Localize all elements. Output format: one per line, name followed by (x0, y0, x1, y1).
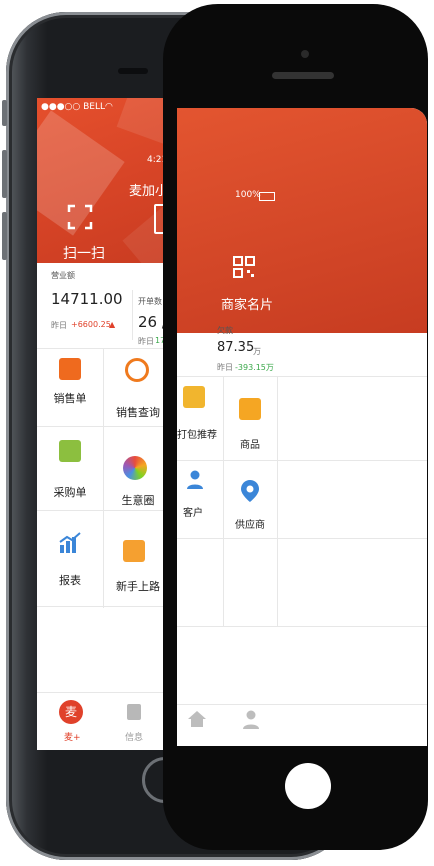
report-label: 报表 (59, 574, 81, 587)
business-circle-icon (123, 456, 147, 480)
scan-icon[interactable] (67, 204, 93, 230)
wifi-icon: ◠ (105, 102, 113, 112)
home-button-cutout (285, 763, 331, 809)
message-tab-icon[interactable] (127, 704, 141, 720)
battery-percent: 100% (235, 190, 261, 200)
arrow-up-icon: ▲ (109, 320, 116, 329)
message-tab-label[interactable]: 信息 (125, 730, 143, 743)
profile-tab-icon[interactable] (243, 710, 259, 734)
debt-delta: -393.15万 (235, 363, 274, 372)
speaker-slot (272, 72, 334, 79)
sales-order-icon (59, 358, 81, 380)
supplier-label: 供应商 (235, 520, 265, 531)
divider (177, 538, 427, 539)
chart-icon (59, 532, 81, 558)
revenue-value: 14711.00 (51, 290, 123, 308)
protector-window: 100% 商家名片 欠款 87.35 万 昨日 -393.15万 打包推荐 商品… (177, 108, 427, 746)
location-pin-icon (241, 480, 259, 502)
tile-supplier[interactable]: 供应商 (223, 460, 277, 538)
shop-tab-icon[interactable] (187, 710, 207, 732)
revenue-title: 营业额 (51, 271, 75, 280)
app-header-continued: 100% 商家名片 (177, 108, 427, 333)
packing-label: 打包推荐 (177, 430, 217, 441)
qr-code-icon[interactable] (233, 256, 255, 278)
sales-order-label: 销售单 (53, 392, 87, 405)
goods-icon (239, 398, 261, 420)
revenue-delta: +6600.25 (71, 320, 111, 329)
customer-icon (187, 470, 203, 490)
front-camera-hole (301, 50, 309, 58)
battery-icon (259, 192, 275, 201)
revenue-yesterday-label: 昨日 (51, 321, 67, 330)
search-icon (125, 358, 149, 382)
debt-title: 欠款 (217, 326, 233, 335)
debt-value: 87.35 (217, 340, 255, 355)
tile-customer[interactable]: 客户 (177, 460, 223, 538)
goods-label: 商品 (240, 440, 260, 451)
home-tab-icon[interactable]: 麦 (59, 700, 83, 724)
phone-speaker (118, 68, 148, 74)
volume-down-button (2, 212, 7, 260)
customer-label: 客户 (183, 508, 203, 519)
tile-sales-order[interactable]: 销售单 (37, 348, 103, 426)
packing-icon (183, 386, 205, 408)
newbie-icon (123, 540, 145, 562)
tile-goods[interactable]: 商品 (223, 376, 277, 460)
orders-yesterday-label: 昨日 (138, 337, 154, 346)
tabbar-divider (177, 704, 427, 705)
volume-up-button (2, 150, 7, 198)
business-card-label[interactable]: 商家名片 (221, 294, 273, 313)
divider (177, 626, 427, 627)
carrier-text: ●●●○○ BELL (41, 102, 106, 112)
divider (132, 290, 133, 340)
debt-unit: 万 (253, 347, 261, 356)
purchase-icon (59, 440, 81, 462)
home-tab-label[interactable]: 麦+ (64, 730, 81, 743)
scan-label[interactable]: 扫一扫 (63, 243, 105, 263)
tile-report[interactable]: 报表 (37, 510, 103, 606)
debt-yesterday-label: 昨日 (217, 363, 233, 372)
purchase-label: 采购单 (53, 486, 87, 499)
divider (277, 376, 278, 626)
tile-purchase[interactable]: 采购单 (37, 426, 103, 510)
mute-switch (2, 100, 7, 126)
